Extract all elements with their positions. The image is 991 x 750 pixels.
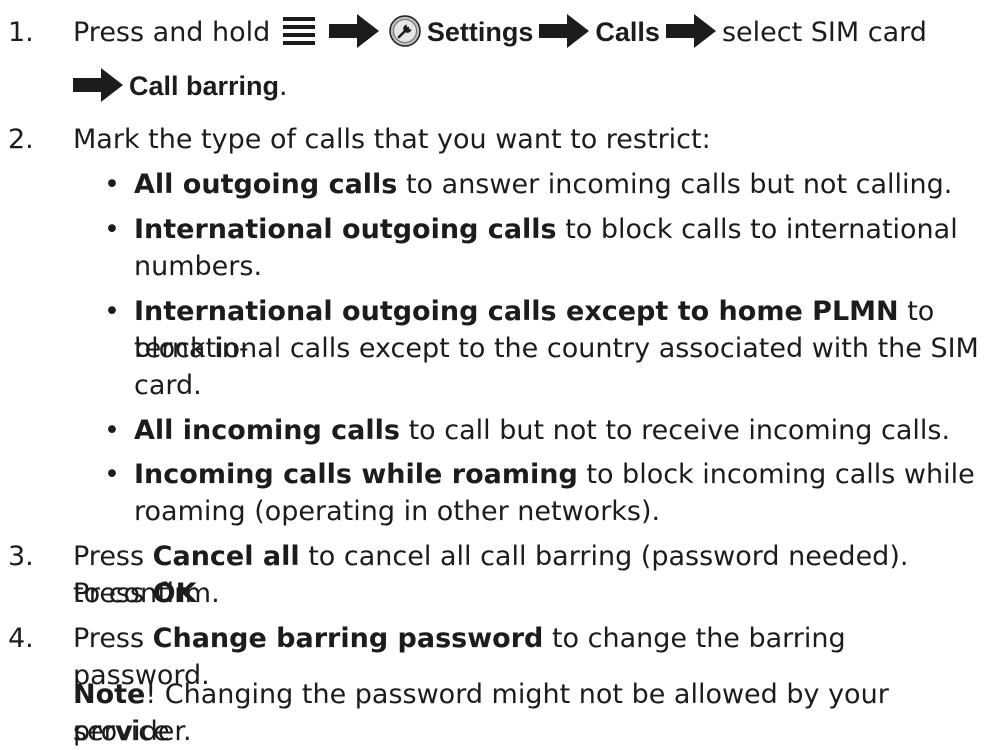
bullet-rest: to block incoming calls while	[577, 459, 975, 490]
bullet-item: All incoming calls to call but not to re…	[134, 412, 984, 449]
step-1-end: .	[279, 71, 288, 102]
bullet-rest: to answer incoming calls but not calling…	[397, 169, 953, 200]
step-1-number: 1.	[8, 17, 34, 48]
bullet-marker: •	[104, 459, 120, 490]
bullet-bold: All outgoing calls	[134, 169, 398, 200]
arrow-right-icon	[328, 13, 379, 48]
step-3-number: 3.	[8, 541, 34, 572]
bullet-marker: •	[104, 214, 120, 245]
arrow-right-icon	[665, 13, 716, 48]
call-barring-label: Call barring	[129, 71, 280, 101]
note-line-2: provider.	[73, 716, 192, 747]
change-password-label: Change barring password	[152, 623, 544, 654]
calls-label: Calls	[595, 17, 660, 47]
settings-label: Settings	[426, 17, 534, 47]
settings-icon	[389, 14, 421, 47]
bullet-item: Incoming calls while roaming to block in…	[134, 456, 984, 493]
bullet-item: International outgoing calls to block ca…	[134, 211, 984, 248]
bullet-marker: •	[104, 296, 120, 327]
step-3-line-2: to confirm.	[73, 578, 220, 609]
bullet-continuation: numbers.	[134, 251, 263, 282]
bullet-rest: to call but not to receive incoming call…	[399, 415, 951, 446]
step-4-number: 4.	[8, 623, 34, 654]
bullet-bold: International outgoing calls	[134, 214, 557, 245]
bullet-bold: Incoming calls while roaming	[134, 459, 578, 490]
arrow-right-icon	[539, 13, 590, 48]
bullet-continuation: roaming (operating in other networks).	[134, 496, 661, 527]
select-sim-text: select SIM card	[721, 17, 927, 48]
bullet-marker: •	[104, 415, 120, 446]
step-2-text: Mark the type of calls that you want to …	[73, 124, 711, 155]
bullet-continuation: ternational calls except to the country …	[134, 333, 979, 364]
menu-icon	[282, 16, 315, 45]
bullet-bold: International outgoing calls except to h…	[134, 296, 899, 327]
step-1-line-2: Call barring.	[73, 67, 983, 105]
step-2-number: 2.	[8, 124, 34, 155]
note-exclamation: !	[145, 679, 157, 710]
bullet-item: All outgoing calls to answer incoming ca…	[134, 166, 984, 203]
bullet-rest: to block calls to international	[556, 214, 958, 245]
bullet-continuation: card.	[134, 370, 202, 401]
step-1-pre: Press and hold	[73, 17, 271, 48]
bullet-marker: •	[104, 169, 120, 200]
note-label: Note	[73, 679, 146, 710]
step-4-pre: Press	[73, 623, 153, 654]
step-3-pre: Press	[73, 541, 153, 572]
step-1-text: Press and hold Settings Calls select SIM…	[73, 13, 983, 51]
arrow-right-icon	[73, 67, 123, 102]
bullet-bold: All incoming calls	[134, 415, 400, 446]
cancel-all-label: Cancel all	[152, 541, 300, 572]
instruction-document: 1. Press and hold Settings Calls select …	[0, 0, 991, 747]
